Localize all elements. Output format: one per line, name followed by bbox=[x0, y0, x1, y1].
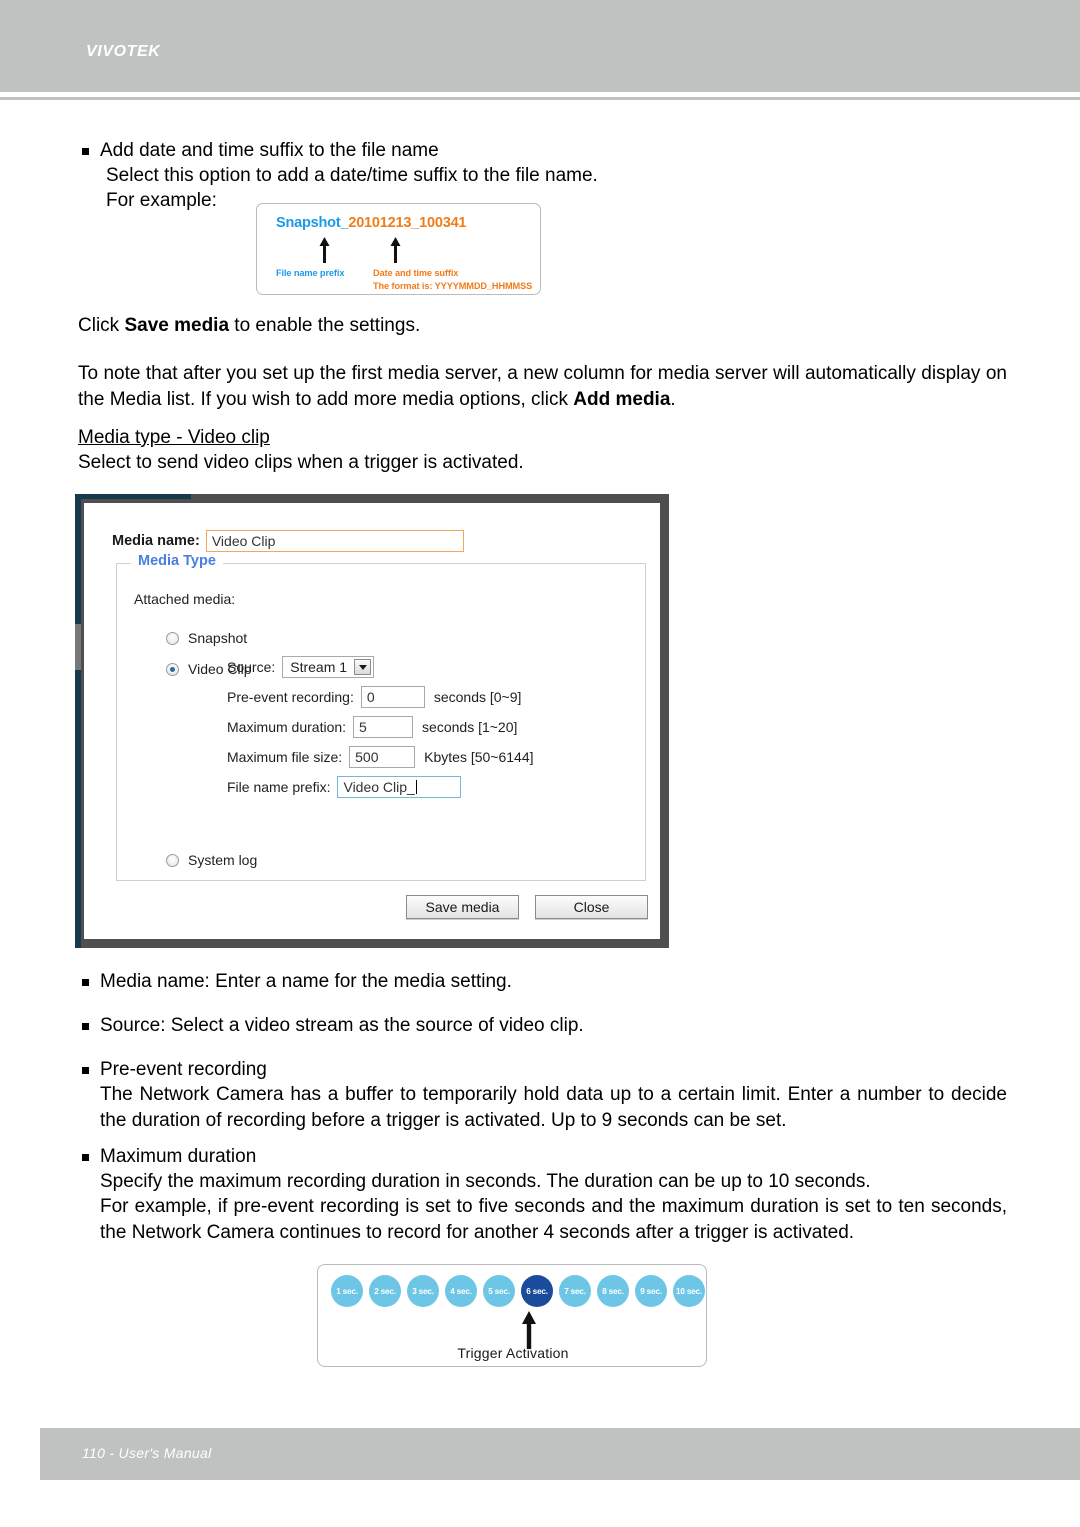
media-type-legend: Media Type bbox=[131, 553, 223, 569]
video-clip-settings-group: Source: Stream 1 Pre-event recording: se… bbox=[227, 652, 534, 802]
media-name-input[interactable] bbox=[205, 530, 464, 552]
bullet-maximum-duration: Maximum duration Specify the maximum rec… bbox=[78, 1144, 1007, 1246]
dialog-left-accent-edge bbox=[75, 494, 81, 948]
section-media-type-video-clip: Media type - Video clip Select to send v… bbox=[78, 425, 978, 475]
dialog-content: Media name: Media Type Attached media: S… bbox=[84, 503, 660, 939]
file-name-prefix-label: File name prefix: bbox=[227, 779, 331, 795]
pre-event-recording-unit: seconds [0~9] bbox=[433, 689, 522, 705]
pre-event-recording-input[interactable] bbox=[360, 686, 425, 708]
text-cursor-icon bbox=[415, 780, 417, 794]
timeline-seconds-row: 1 sec. 2 sec. 3 sec. 4 sec. 5 sec. 6 sec. 7 se… bbox=[331, 1275, 705, 1307]
text-save-media-bold: Save media bbox=[124, 315, 230, 336]
timeline-second-circle: 2 sec. bbox=[369, 1275, 401, 1307]
heading-media-type-video-clip: Media type - Video clip bbox=[78, 427, 270, 448]
dialog-left-scrollbar-segment bbox=[75, 624, 81, 670]
section-date-time-suffix: Add date and time suffix to the file nam… bbox=[78, 138, 978, 213]
source-label: Source: bbox=[227, 659, 276, 675]
dialog-button-row: Save media Close bbox=[406, 895, 648, 919]
media-name-row: Media name: bbox=[112, 530, 464, 552]
snapshot-suffix-text: 20101213_100341 bbox=[348, 215, 467, 231]
caption-file-name-prefix: File name prefix bbox=[276, 268, 345, 278]
brand-logo: VIVOTEK bbox=[86, 43, 161, 60]
maximum-duration-row: Maximum duration: seconds [1~20] bbox=[227, 712, 534, 742]
text-add-media-bold: Add media bbox=[573, 389, 671, 410]
timeline-second-circle: 7 sec. bbox=[559, 1275, 591, 1307]
file-name-prefix-value: Video Clip_ bbox=[343, 779, 415, 795]
snapshot-prefix-text: Snapshot_ bbox=[276, 215, 349, 231]
chevron-down-icon[interactable] bbox=[354, 659, 372, 675]
prefix-arrow-up-icon bbox=[319, 237, 330, 263]
save-media-button[interactable]: Save media bbox=[406, 895, 519, 919]
system-log-radio-button[interactable] bbox=[166, 853, 179, 867]
timeline-second-circle: 10 sec. bbox=[673, 1275, 705, 1307]
media-name-label: Media name: bbox=[112, 533, 200, 549]
maximum-duration-label: Maximum duration: bbox=[227, 719, 347, 735]
file-name-prefix-row: File name prefix: Video Clip_ bbox=[227, 772, 534, 802]
timeline-second-circle: 6 sec. bbox=[521, 1275, 553, 1307]
media-settings-dialog: Media name: Media Type Attached media: S… bbox=[75, 494, 669, 948]
text-select-option-suffix: Select this option to add a date/time su… bbox=[106, 165, 598, 186]
attached-media-label: Attached media: bbox=[134, 591, 236, 607]
bullet-source: Source: Select a video stream as the sou… bbox=[78, 1013, 978, 1038]
text-max-duration-desc1: Specify the maximum recording duration i… bbox=[100, 1171, 871, 1192]
source-select-value: Stream 1 bbox=[290, 659, 348, 675]
page-header-bar bbox=[0, 0, 1080, 92]
snapshot-filename-sample: Snapshot_20101213_100341 bbox=[276, 215, 466, 231]
snapshot-radio-button[interactable] bbox=[166, 631, 179, 645]
timeline-second-circle: 8 sec. bbox=[597, 1275, 629, 1307]
snapshot-radio-label: Snapshot bbox=[188, 630, 248, 646]
timeline-second-circle: 3 sec. bbox=[407, 1275, 439, 1307]
text-media-type-description: Select to send video clips when a trigge… bbox=[78, 452, 524, 473]
radio-option-system-log[interactable]: System log bbox=[166, 852, 257, 868]
radio-option-snapshot[interactable]: Snapshot bbox=[166, 630, 247, 646]
pre-event-recording-label: Pre-event recording: bbox=[227, 689, 354, 705]
timeline-second-circle: 5 sec. bbox=[483, 1275, 515, 1307]
text-max-duration-desc2: For example, if pre-event recording is s… bbox=[100, 1196, 1007, 1243]
bullet-add-date-time-suffix: Add date and time suffix to the file nam… bbox=[78, 138, 978, 163]
footer-page-label: 110 - User's Manual bbox=[82, 1445, 212, 1461]
system-log-radio-label: System log bbox=[188, 852, 258, 868]
source-row: Source: Stream 1 bbox=[227, 652, 534, 682]
media-type-fieldset: Media Type Attached media: Snapshot Vide… bbox=[116, 553, 646, 881]
caption-date-time-suffix: Date and time suffix bbox=[373, 268, 459, 278]
header-divider bbox=[0, 97, 1080, 100]
text-source-desc: Source: Select a video stream as the sou… bbox=[78, 1013, 978, 1038]
maximum-file-size-input[interactable] bbox=[349, 746, 416, 768]
video-clip-radio-button[interactable] bbox=[166, 662, 179, 676]
text-click-prefix: Click bbox=[78, 315, 125, 336]
maximum-file-size-unit: Kbytes [50~6144] bbox=[424, 749, 534, 765]
text-pre-event-desc: The Network Camera has a buffer to tempo… bbox=[100, 1084, 1007, 1131]
trigger-activation-caption: Trigger Activation bbox=[457, 1345, 569, 1361]
dialog-top-accent-edge bbox=[75, 494, 191, 499]
maximum-file-size-row: Maximum file size: Kbytes [50~6144] bbox=[227, 742, 534, 772]
trigger-arrow-up-icon bbox=[521, 1311, 537, 1349]
file-name-prefix-input[interactable]: Video Clip_ bbox=[337, 776, 462, 798]
text-pre-event-title: Pre-event recording bbox=[78, 1057, 1007, 1082]
text-note-body: To note that after you set up the first … bbox=[78, 363, 1007, 410]
text-max-duration-title: Maximum duration bbox=[78, 1144, 1007, 1169]
paragraph-click-save-media: Click Save media to enable the settings. bbox=[78, 313, 1008, 338]
text-click-suffix: to enable the settings. bbox=[229, 315, 421, 336]
bullet-media-name: Media name: Enter a name for the media s… bbox=[78, 969, 978, 994]
suffix-arrow-up-icon bbox=[390, 237, 401, 263]
maximum-file-size-label: Maximum file size: bbox=[227, 749, 343, 765]
timeline-second-circle: 9 sec. bbox=[635, 1275, 667, 1307]
close-button[interactable]: Close bbox=[535, 895, 648, 919]
timeline-second-circle: 4 sec. bbox=[445, 1275, 477, 1307]
maximum-duration-input[interactable] bbox=[353, 716, 414, 738]
source-select[interactable]: Stream 1 bbox=[282, 656, 375, 678]
timeline-second-circle: 1 sec. bbox=[331, 1275, 363, 1307]
trigger-activation-timeline-diagram: 1 sec. 2 sec. 3 sec. 4 sec. 5 sec. 6 sec. 7 se… bbox=[317, 1264, 707, 1367]
paragraph-media-server-note: To note that after you set up the first … bbox=[78, 361, 1007, 413]
snapshot-filename-example-diagram: Snapshot_20101213_100341 File name prefi… bbox=[256, 203, 541, 295]
bullet-pre-event-recording: Pre-event recording The Network Camera h… bbox=[78, 1057, 1007, 1134]
text-note-period: . bbox=[670, 389, 676, 410]
pre-event-recording-row: Pre-event recording: seconds [0~9] bbox=[227, 682, 534, 712]
caption-format-string: The format is: YYYYMMDD_HHMMSS bbox=[373, 281, 533, 291]
maximum-duration-unit: seconds [1~20] bbox=[422, 719, 518, 735]
text-media-name-desc: Media name: Enter a name for the media s… bbox=[78, 969, 978, 994]
